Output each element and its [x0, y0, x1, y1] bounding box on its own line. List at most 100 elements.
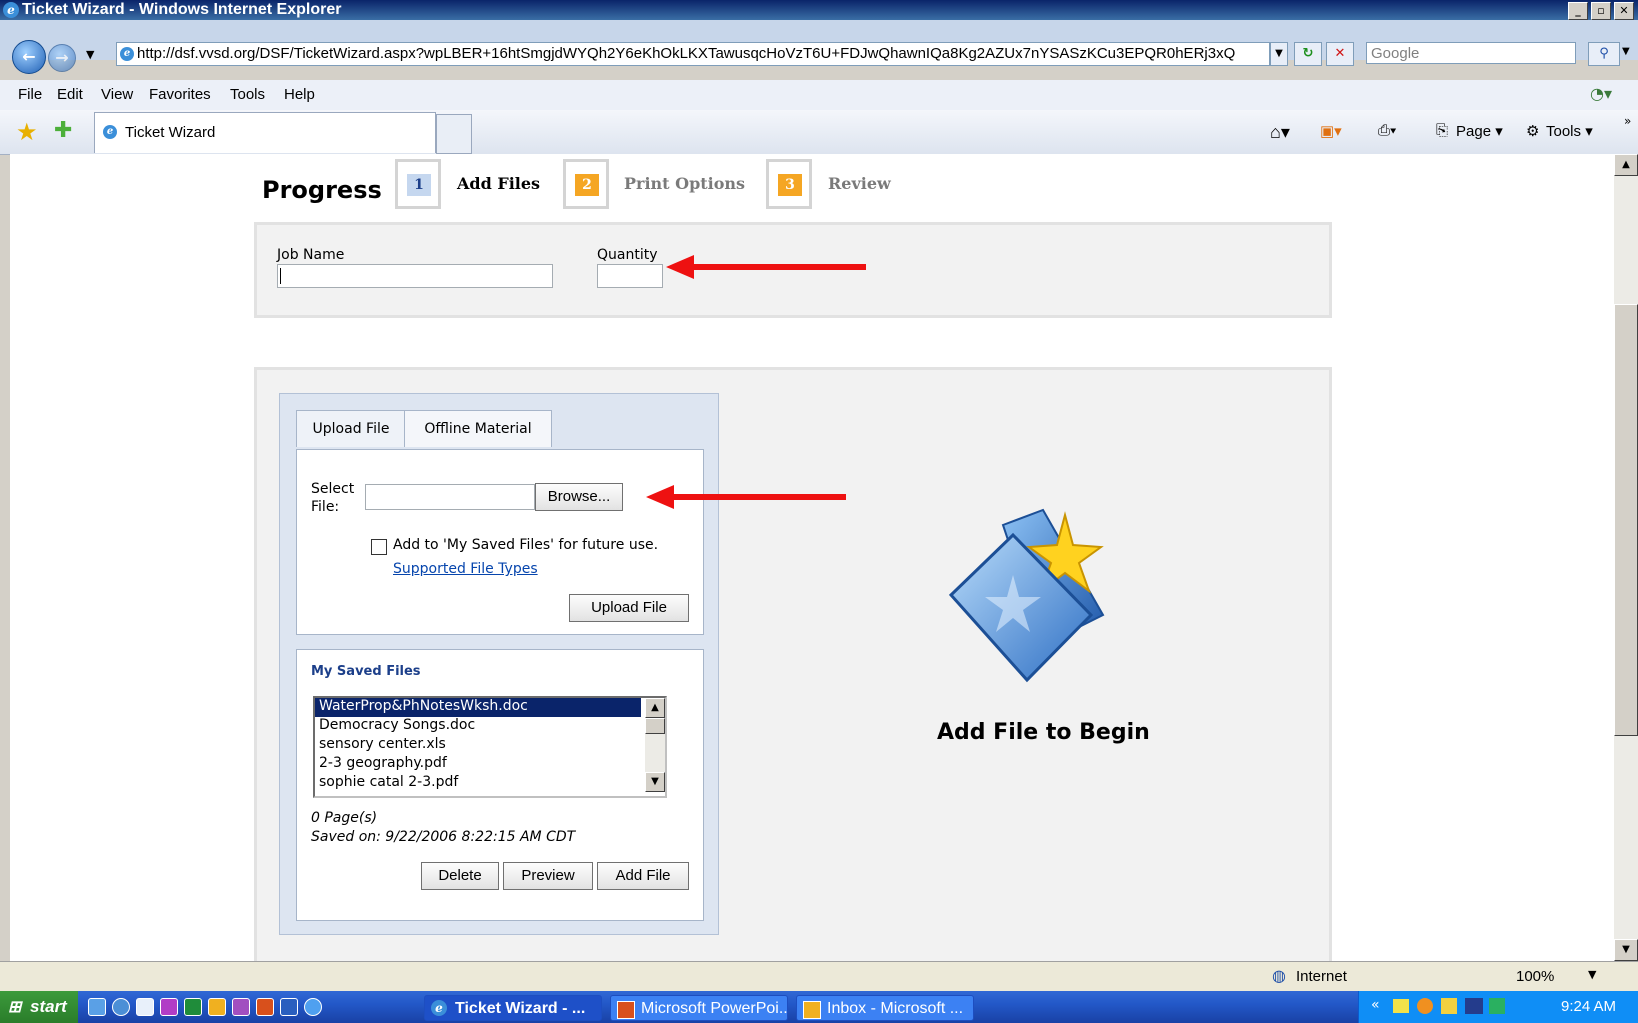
quicklaunch-word-icon[interactable]: [280, 998, 298, 1016]
quicklaunch-powerpoint-icon[interactable]: [256, 998, 274, 1016]
delete-button[interactable]: Delete: [421, 862, 499, 890]
quicklaunch-icon[interactable]: [88, 998, 106, 1016]
menu-tools[interactable]: Tools: [230, 86, 265, 103]
tray-mail-icon[interactable]: [1393, 999, 1409, 1013]
address-url: http://dsf.vvsd.org/DSF/TicketWizard.asp…: [137, 45, 1236, 62]
more-commands-icon[interactable]: »: [1624, 114, 1631, 128]
page-scrollbar[interactable]: ▲ ▼: [1614, 154, 1638, 961]
list-scrollbar[interactable]: ▲ ▼: [645, 698, 665, 792]
quicklaunch-ie-icon[interactable]: [304, 998, 322, 1016]
tray-network-icon[interactable]: [1465, 998, 1483, 1014]
security-zone-label: Internet: [1296, 968, 1347, 985]
search-options-icon[interactable]: ▼: [1622, 46, 1630, 57]
taskbar-item-powerpoint[interactable]: Microsoft PowerPoi...: [610, 995, 788, 1021]
tools-menu-button[interactable]: Tools ▾: [1546, 122, 1593, 140]
favorites-center-icon[interactable]: ★: [16, 118, 38, 146]
menu-view[interactable]: View: [101, 86, 133, 103]
save-checkbox[interactable]: [371, 539, 387, 555]
search-input[interactable]: Google: [1366, 42, 1576, 64]
taskbar-item-ticket-wizard[interactable]: e Ticket Wizard - ...: [424, 995, 602, 1021]
tab-ticket-wizard[interactable]: e Ticket Wizard: [94, 112, 436, 153]
taskbar-item-label: Microsoft PowerPoi...: [641, 1000, 788, 1017]
browse-button[interactable]: Browse...: [535, 483, 623, 511]
page-menu-button[interactable]: Page ▾: [1456, 122, 1503, 140]
saved-files-list[interactable]: WaterProp&PhNotesWksh.doc Democracy Song…: [313, 696, 667, 798]
tray-expand-icon[interactable]: «: [1371, 997, 1380, 1013]
history-dropdown-icon[interactable]: ▼: [86, 48, 94, 61]
scroll-thumb[interactable]: [1614, 304, 1638, 736]
saved-file-item[interactable]: sensory center.xls: [315, 736, 641, 755]
feeds-icon[interactable]: ▣▾: [1320, 122, 1342, 140]
start-label: start: [30, 997, 67, 1016]
file-path-input[interactable]: [365, 484, 535, 510]
page-icon: e: [120, 47, 134, 62]
tools-menu-label: Tools: [1546, 123, 1582, 140]
main-panel: Upload File Offline Material Select File…: [254, 367, 1332, 961]
saved-file-pages: 0 Page(s): [311, 810, 378, 826]
saved-file-item[interactable]: WaterProp&PhNotesWksh.doc: [315, 698, 641, 717]
print-icon[interactable]: ⎙▾: [1378, 122, 1396, 139]
refresh-icon[interactable]: ↻: [1294, 42, 1322, 66]
quicklaunch-outlook-icon[interactable]: [208, 998, 226, 1016]
menu-edit[interactable]: Edit: [57, 86, 83, 103]
annotation-arrow-head: [666, 255, 694, 279]
forward-button[interactable]: →: [48, 44, 76, 72]
scroll-up-icon[interactable]: ▲: [1614, 154, 1638, 176]
quicklaunch-excel-icon[interactable]: [184, 998, 202, 1016]
tray-clock-icon[interactable]: [1417, 998, 1433, 1014]
add-favorites-icon[interactable]: ✚: [54, 118, 72, 143]
tab-offline-material[interactable]: Offline Material: [404, 410, 552, 447]
add-file-button[interactable]: Add File: [597, 862, 689, 890]
zoom-level[interactable]: 100%: [1516, 968, 1554, 985]
annotation-arrow-head: [646, 485, 674, 509]
zoom-dropdown-icon[interactable]: ▼: [1588, 968, 1596, 981]
tab-upload-file[interactable]: Upload File: [296, 410, 406, 447]
taskbar-item-inbox[interactable]: Inbox - Microsoft ...: [796, 995, 974, 1021]
close-button[interactable]: ✕: [1614, 2, 1634, 20]
address-input[interactable]: e http://dsf.vvsd.org/DSF/TicketWizard.as…: [116, 42, 1270, 66]
menu-favorites[interactable]: Favorites: [149, 86, 211, 103]
quicklaunch-publisher-icon[interactable]: [160, 998, 178, 1016]
job-panel: Job Name Quantity: [254, 222, 1332, 318]
saved-file-item[interactable]: Democracy Songs.doc: [315, 717, 641, 736]
tray-app-icon[interactable]: [1441, 998, 1457, 1014]
quantity-input[interactable]: [597, 264, 663, 288]
upload-box: Select File: Browse... Add to 'My Saved …: [296, 449, 704, 635]
upload-file-button[interactable]: Upload File: [569, 594, 689, 622]
back-button[interactable]: ←: [12, 40, 46, 74]
maximize-button[interactable]: ▫: [1591, 2, 1611, 20]
ie-logo-icon: e: [3, 2, 19, 18]
menu-file[interactable]: File: [18, 86, 42, 103]
list-scroll-thumb[interactable]: [645, 718, 665, 734]
address-dropdown-button[interactable]: ▼: [1270, 42, 1288, 66]
outlook-icon: [803, 1001, 821, 1019]
supported-file-types-link[interactable]: Supported File Types: [393, 561, 538, 577]
scroll-down-icon[interactable]: ▼: [1614, 939, 1638, 961]
internet-zone-icon: ◍: [1272, 966, 1286, 985]
list-scroll-up-icon[interactable]: ▲: [645, 698, 665, 718]
preview-button[interactable]: Preview: [503, 862, 593, 890]
stop-icon[interactable]: ✕: [1326, 42, 1354, 66]
toolbar-extras-icon[interactable]: ◔▾: [1590, 84, 1612, 103]
saved-file-item[interactable]: 2-3 geography.pdf: [315, 755, 641, 774]
tab-page-icon: e: [103, 125, 117, 139]
select-file-label-2: File:: [311, 499, 340, 515]
start-button[interactable]: ⊞ start: [0, 991, 78, 1023]
search-icon[interactable]: ⚲: [1588, 42, 1620, 66]
page-menu-icon[interactable]: ⎘: [1436, 122, 1448, 139]
quicklaunch-onenote-icon[interactable]: [232, 998, 250, 1016]
list-scroll-down-icon[interactable]: ▼: [645, 772, 665, 792]
minimize-button[interactable]: _: [1568, 2, 1588, 20]
step-1-label: Add Files: [457, 174, 541, 193]
job-name-input[interactable]: [277, 264, 553, 288]
job-name-label: Job Name: [277, 247, 345, 263]
tray-security-icon[interactable]: [1489, 998, 1505, 1014]
tools-menu-icon[interactable]: ⚙: [1526, 122, 1539, 140]
new-tab-button[interactable]: [436, 114, 472, 154]
saved-file-item[interactable]: sophie catal 2-3.pdf: [315, 774, 641, 793]
menu-help[interactable]: Help: [284, 86, 315, 103]
file-sidebar: Upload File Offline Material Select File…: [279, 393, 719, 935]
quicklaunch-media-icon[interactable]: [112, 998, 130, 1016]
quicklaunch-calc-icon[interactable]: [136, 998, 154, 1016]
home-icon[interactable]: ⌂▾: [1270, 122, 1290, 143]
